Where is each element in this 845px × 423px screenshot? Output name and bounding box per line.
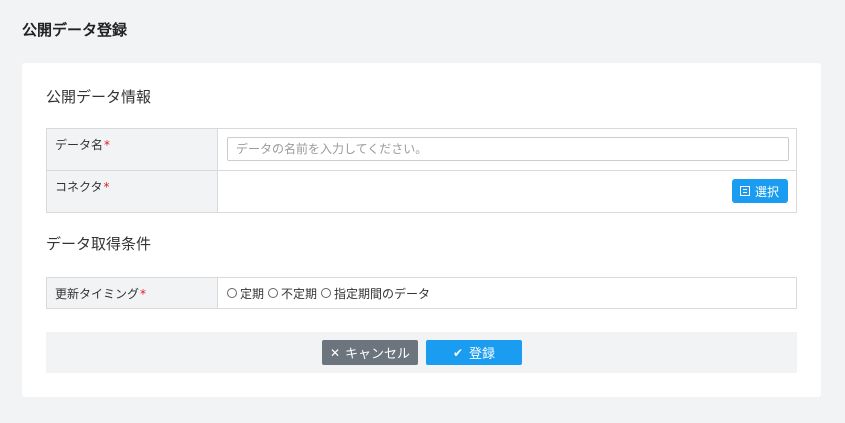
submit-button[interactable]: ✔ 登録	[426, 340, 522, 365]
value-data-name	[218, 129, 796, 170]
radio-circle-icon[interactable]	[227, 288, 237, 298]
radio-label: 指定期間のデータ	[334, 286, 431, 301]
info-form-table: データ名* コネクタ* 選択	[46, 128, 797, 213]
form-footer: ✕ キャンセル ✔ 登録	[46, 332, 797, 373]
form-card: 公開データ情報 データ名* コネクタ* 選択 データ取得条件	[22, 63, 821, 397]
label-text: コネクタ	[55, 180, 103, 194]
radio-period[interactable]: 指定期間のデータ	[321, 285, 430, 302]
section-title-info: 公開データ情報	[46, 88, 152, 106]
radio-label: 定期	[240, 286, 265, 301]
label-text: データ名	[55, 138, 104, 152]
radio-circle-icon[interactable]	[268, 288, 279, 298]
condition-form-table: 更新タイミング* 定期 不定期 指定期間のデータ	[46, 277, 797, 309]
value-timing: 定期 不定期 指定期間のデータ	[218, 278, 796, 308]
value-connector: 選択	[218, 171, 796, 212]
required-mark: *	[103, 180, 110, 194]
cancel-button-label: キャンセル	[345, 347, 411, 362]
row-connector: コネクタ* 選択	[47, 171, 796, 212]
submit-button-label: 登録	[469, 347, 496, 362]
row-timing: 更新タイミング* 定期 不定期 指定期間のデータ	[47, 278, 796, 308]
label-data-name: データ名*	[47, 129, 218, 170]
label-text: 更新タイミング	[55, 287, 140, 301]
radio-irregular[interactable]: 不定期	[268, 285, 317, 302]
select-button-label: 選択	[754, 184, 779, 199]
close-icon: ✕	[329, 345, 341, 360]
label-connector: コネクタ*	[47, 171, 218, 212]
section-title-condition: データ取得条件	[46, 235, 152, 253]
data-name-input[interactable]	[227, 137, 789, 161]
radio-circle-icon[interactable]	[321, 288, 332, 298]
list-icon	[739, 186, 750, 196]
cancel-button[interactable]: ✕ キャンセル	[322, 340, 418, 365]
page-title: 公開データ登録	[22, 21, 128, 39]
timing-radio-group: 定期 不定期 指定期間のデータ	[218, 278, 796, 308]
radio-label: 不定期	[281, 286, 318, 301]
required-mark: *	[140, 287, 147, 301]
select-connector-button[interactable]: 選択	[731, 179, 788, 203]
label-timing: 更新タイミング*	[47, 278, 218, 308]
row-data-name: データ名*	[47, 129, 796, 171]
check-icon: ✔	[452, 345, 464, 360]
radio-regular[interactable]: 定期	[227, 285, 264, 302]
required-mark: *	[104, 138, 111, 152]
